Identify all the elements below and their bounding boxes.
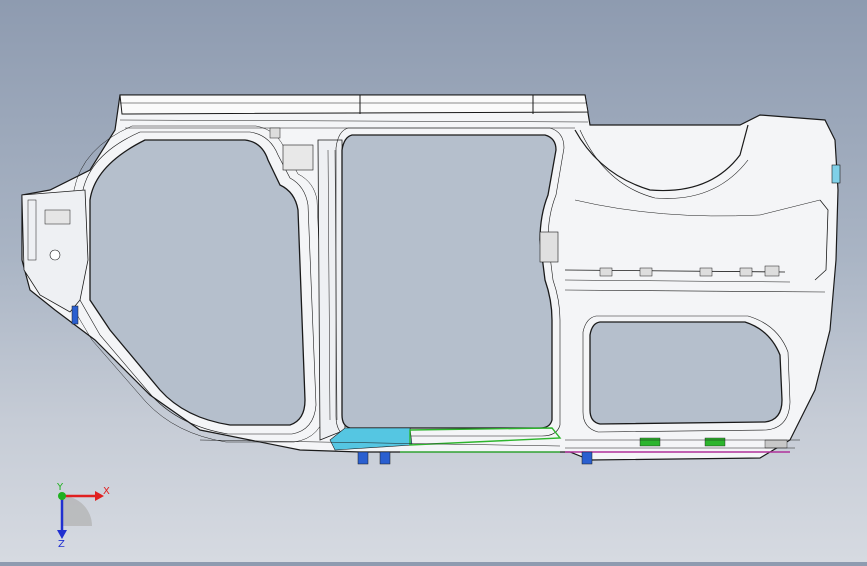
rear-door-opening <box>341 134 557 429</box>
car-body-side-panel-model[interactable] <box>0 0 867 562</box>
x-axis-label: X <box>103 486 110 497</box>
y-axis-label: Y <box>56 482 64 493</box>
y-axis-dot <box>58 492 66 500</box>
front-door-opening <box>89 139 306 426</box>
b-pillar <box>317 139 346 441</box>
orientation-triad: X Y Z <box>56 482 110 548</box>
z-axis-label: Z <box>58 539 65 548</box>
cad-3d-viewport[interactable]: X Y Z <box>0 0 867 562</box>
z-axis-arrow <box>57 530 67 539</box>
roof-rail <box>119 94 589 115</box>
quarter-window-opening <box>589 321 783 425</box>
